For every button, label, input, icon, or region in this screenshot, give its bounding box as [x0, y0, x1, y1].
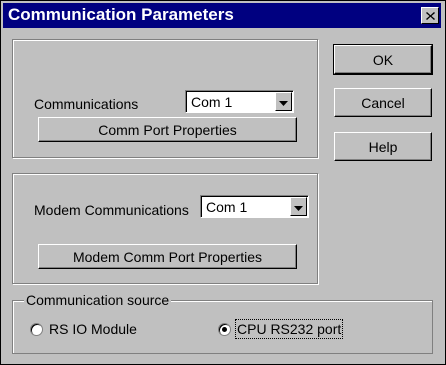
- chevron-down-icon: [294, 198, 303, 216]
- radio-checked-icon: [218, 322, 231, 336]
- radio-dot: [222, 326, 227, 332]
- chevron-down-icon: [279, 93, 288, 111]
- radio-unchecked-icon: [30, 322, 43, 336]
- cancel-button[interactable]: Cancel: [334, 88, 432, 117]
- ok-button[interactable]: OK: [333, 44, 433, 75]
- communications-label: Communications: [34, 96, 139, 112]
- communication-source-legend: Communication source: [24, 292, 172, 308]
- communication-parameters-dialog: Communication Parameters Communications …: [0, 0, 446, 365]
- modem-communications-label: Modem Communications: [34, 202, 189, 218]
- modem-dropdown-button[interactable]: [290, 197, 307, 216]
- rs-io-module-radio[interactable]: RS IO Module: [30, 321, 137, 337]
- communications-dropdown-button[interactable]: [275, 92, 292, 111]
- close-icon: [425, 11, 435, 20]
- cpu-rs232-port-radio[interactable]: CPU RS232 port: [218, 319, 344, 339]
- rs-io-module-label: RS IO Module: [49, 321, 137, 337]
- modem-comm-port-properties-button[interactable]: Modem Comm Port Properties: [38, 244, 297, 269]
- title-bar[interactable]: Communication Parameters: [3, 3, 441, 28]
- modem-port-value: Com 1: [206, 199, 248, 215]
- dialog-title: Communication Parameters: [8, 5, 234, 24]
- help-button[interactable]: Help: [334, 132, 432, 161]
- cpu-rs232-port-label: CPU RS232 port: [234, 319, 344, 339]
- communications-port-select[interactable]: Com 1: [185, 90, 294, 113]
- communications-port-value: Com 1: [191, 94, 233, 110]
- close-button[interactable]: [421, 7, 439, 24]
- comm-port-properties-button[interactable]: Comm Port Properties: [38, 117, 297, 142]
- modem-port-select[interactable]: Com 1: [200, 195, 309, 218]
